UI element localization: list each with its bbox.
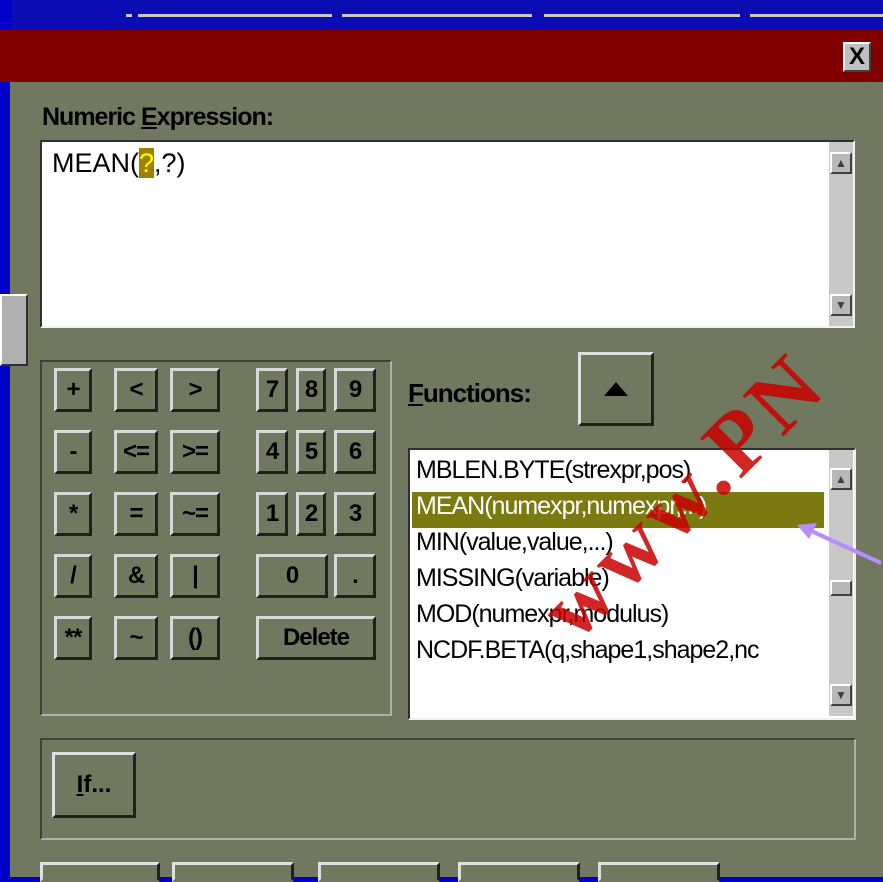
pointer-arrow-icon <box>797 523 882 565</box>
functions-up-button[interactable] <box>578 352 654 426</box>
key-greater-equal-button[interactable]: >= <box>170 430 220 474</box>
key-not-equal-button[interactable]: ~= <box>170 492 220 536</box>
key-plus-button[interactable]: + <box>54 368 92 412</box>
close-button[interactable]: X <box>843 42 871 72</box>
title-bar <box>0 30 883 82</box>
list-item[interactable]: MBLEN.BYTE(strexpr,pos) <box>416 456 691 492</box>
top-strip <box>12 0 883 30</box>
numeric-expression-label: Numeric Expression: <box>42 103 274 132</box>
key-equal-button[interactable]: = <box>114 492 158 536</box>
top-rule <box>342 14 532 17</box>
list-item[interactable]: NCDF.BETA(q,shape1,shape2,nc <box>416 636 760 672</box>
key-4-button[interactable]: 4 <box>256 430 288 474</box>
top-rule <box>126 14 132 17</box>
key-and-button[interactable]: & <box>114 554 158 598</box>
key-greater-button[interactable]: > <box>170 368 220 412</box>
functions-list[interactable]: MBLEN.BYTE(strexpr,pos) MEAN(numexpr,num… <box>408 448 856 720</box>
key-3-button[interactable]: 3 <box>334 492 376 536</box>
key-less-button[interactable]: < <box>114 368 158 412</box>
key-or-button[interactable]: | <box>170 554 220 598</box>
list-item[interactable]: MIN(value,value,...) <box>416 528 614 564</box>
expression-text-before: MEAN( <box>52 148 139 178</box>
key-2-button[interactable]: 2 <box>296 492 326 536</box>
functions-label-accelerator: F <box>408 378 424 408</box>
label-prefix: Numeric <box>42 103 141 131</box>
if-group <box>40 738 856 840</box>
list-item[interactable]: MOD(numexpr,modulus) <box>416 600 669 636</box>
key-1-button[interactable]: 1 <box>256 492 288 536</box>
list-item-selected[interactable]: MEAN(numexpr,numexpr,...) <box>412 492 824 528</box>
key-decimal-button[interactable]: . <box>334 554 376 598</box>
key-not-button[interactable]: ~ <box>114 616 158 660</box>
list-item[interactable]: MISSING(variable) <box>416 564 610 600</box>
key-multiply-button[interactable]: * <box>54 492 92 536</box>
top-rule <box>544 14 740 17</box>
expression-text: MEAN(?,?) <box>52 148 186 179</box>
key-minus-button[interactable]: - <box>54 430 92 474</box>
scroll-thumb[interactable] <box>830 580 852 596</box>
triangle-up-icon <box>604 382 628 396</box>
functions-label-rest: unctions: <box>422 378 532 408</box>
scroll-down-arrow-icon[interactable]: ▼ <box>830 294 852 316</box>
bottom-button[interactable] <box>458 862 580 882</box>
scroll-down-arrow-icon[interactable]: ▼ <box>830 684 852 706</box>
keypad-group <box>40 360 392 716</box>
close-icon: X <box>848 43 865 70</box>
left-edge-handle <box>0 294 28 366</box>
bottom-button[interactable] <box>598 862 720 882</box>
bottom-button[interactable] <box>172 862 294 882</box>
top-rule <box>750 14 883 17</box>
expression-placeholder-highlight: ? <box>139 148 155 178</box>
key-7-button[interactable]: 7 <box>256 368 288 412</box>
scroll-up-arrow-icon[interactable]: ▲ <box>830 468 852 490</box>
bottom-button[interactable] <box>318 862 440 882</box>
key-divide-button[interactable]: / <box>54 554 92 598</box>
scroll-up-arrow-icon[interactable]: ▲ <box>830 152 852 174</box>
key-power-button[interactable]: ** <box>54 616 92 660</box>
key-less-equal-button[interactable]: <= <box>114 430 158 474</box>
key-9-button[interactable]: 9 <box>334 368 376 412</box>
left-edge <box>0 82 10 877</box>
key-delete-button[interactable]: Delete <box>256 616 376 660</box>
label-rest: xpression: <box>156 103 274 131</box>
key-0-button[interactable]: 0 <box>256 554 328 598</box>
key-5-button[interactable]: 5 <box>296 430 326 474</box>
bottom-button[interactable] <box>40 862 160 882</box>
if-button[interactable]: If... <box>52 752 136 818</box>
key-parentheses-button[interactable]: () <box>170 616 220 660</box>
if-accelerator: I <box>76 771 84 798</box>
if-label-rest: f... <box>83 771 112 798</box>
key-6-button[interactable]: 6 <box>334 430 376 474</box>
top-rule <box>138 14 332 17</box>
functions-label: Functions: <box>408 378 532 409</box>
expression-text-after: ,?) <box>154 148 186 178</box>
key-8-button[interactable]: 8 <box>296 368 326 412</box>
label-accelerator: E <box>140 103 158 131</box>
